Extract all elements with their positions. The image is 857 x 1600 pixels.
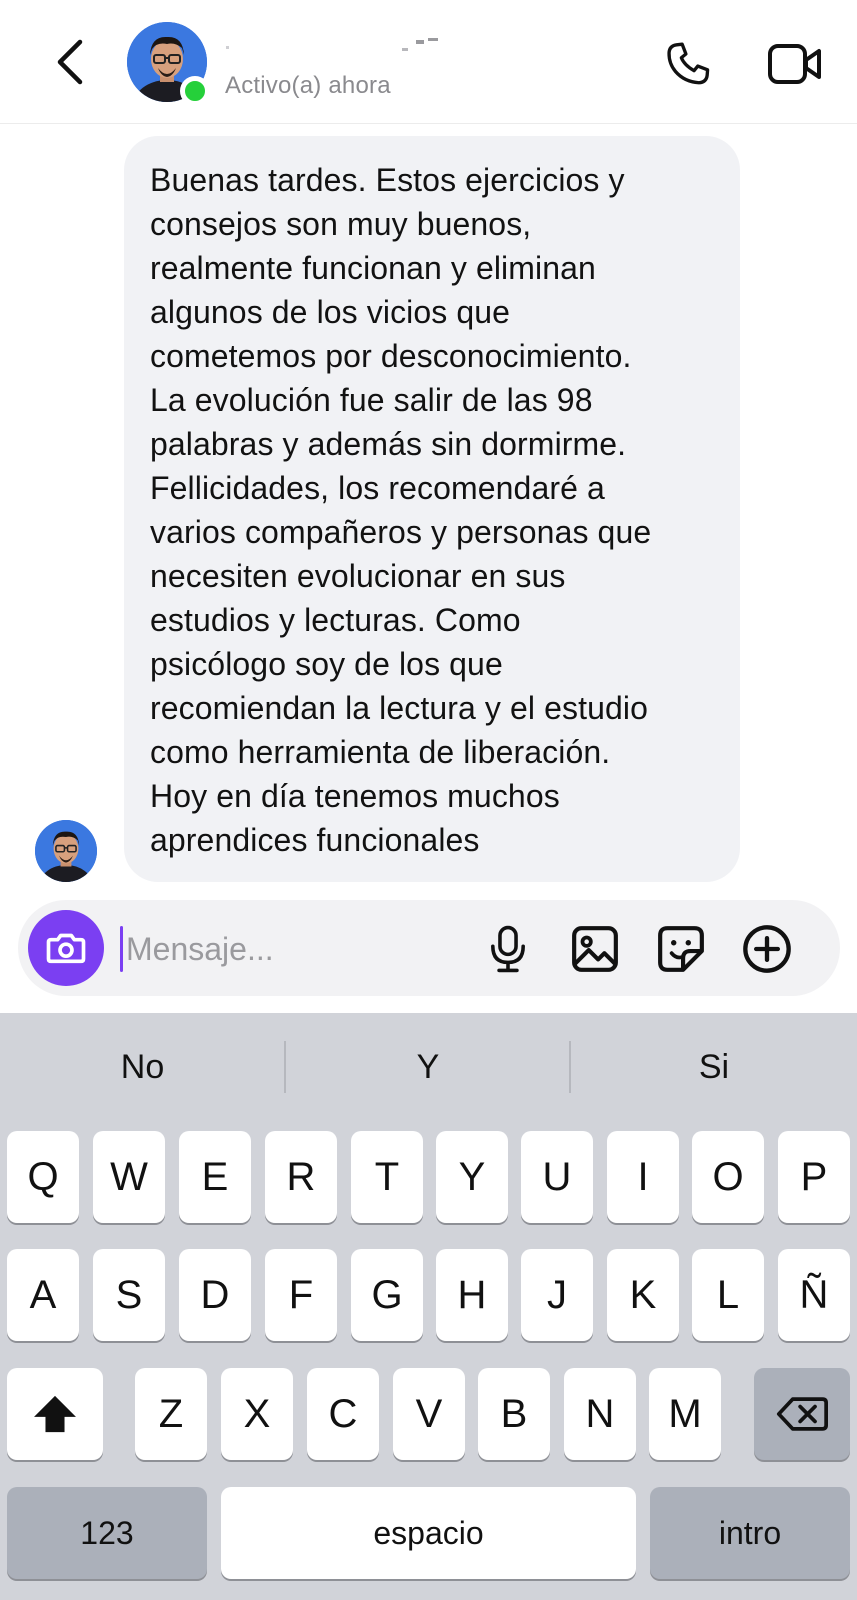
shift-key[interactable] [7,1368,103,1460]
key-h[interactable]: H [436,1249,508,1341]
phone-icon [667,42,710,85]
key-d[interactable]: D [179,1249,251,1341]
sticker-button[interactable] [654,922,708,976]
message-text: Buenas tardes. Estos ejercicios y consej… [150,162,652,858]
key-w[interactable]: W [93,1131,165,1223]
key-u[interactable]: U [521,1131,593,1223]
key-t[interactable]: T [351,1131,423,1223]
suggestion-3[interactable]: Si [571,1037,857,1097]
video-call-button[interactable] [764,36,826,92]
gallery-button[interactable] [568,922,622,976]
message-input[interactable] [126,924,466,974]
return-key[interactable]: intro [650,1487,850,1579]
key-l[interactable]: L [692,1249,764,1341]
on-screen-keyboard: No Y Si Q W E R T Y U I O P A S D F G H … [0,1013,857,1600]
chevron-left-icon [57,39,83,85]
key-i[interactable]: I [607,1131,679,1223]
microphone-icon [491,925,525,973]
key-g[interactable]: G [351,1249,423,1341]
key-j[interactable]: J [521,1249,593,1341]
plus-circle-icon [743,925,791,973]
voice-message-button[interactable] [481,922,535,976]
key-s[interactable]: S [93,1249,165,1341]
key-k[interactable]: K [607,1249,679,1341]
numbers-key[interactable]: 123 [7,1487,207,1579]
key-q[interactable]: Q [7,1131,79,1223]
predictive-bar: No Y Si [0,1013,857,1121]
sticker-icon [658,926,704,972]
key-z[interactable]: Z [135,1368,207,1460]
camera-button[interactable] [28,910,104,986]
space-key[interactable]: espacio [221,1487,636,1579]
key-e[interactable]: E [179,1131,251,1223]
contact-name-redacted [226,38,438,51]
sender-avatar[interactable] [35,820,97,882]
backspace-key[interactable] [754,1368,850,1460]
voice-call-button[interactable] [660,36,716,92]
text-caret [120,926,123,972]
key-x[interactable]: X [221,1368,293,1460]
backspace-icon [776,1397,828,1431]
key-f[interactable]: F [265,1249,337,1341]
video-camera-icon [768,44,821,84]
key-a[interactable]: A [7,1249,79,1341]
presence-status: Activo(a) ahora [225,72,391,99]
key-n[interactable]: N [564,1368,636,1460]
camera-icon [46,933,86,964]
online-indicator [180,76,210,106]
more-options-button[interactable] [740,922,794,976]
back-button[interactable] [44,30,94,94]
image-icon [572,926,618,972]
key-r[interactable]: R [265,1131,337,1223]
key-o[interactable]: O [692,1131,764,1223]
key-v[interactable]: V [393,1368,465,1460]
key-y[interactable]: Y [436,1131,508,1223]
key-b[interactable]: B [478,1368,550,1460]
key-m[interactable]: M [649,1368,721,1460]
key-c[interactable]: C [307,1368,379,1460]
received-message-bubble[interactable]: Buenas tardes. Estos ejercicios y consej… [124,136,740,882]
message-composer [18,900,840,996]
shift-arrow-icon [34,1395,76,1433]
chat-header: Activo(a) ahora [0,0,857,124]
suggestion-1[interactable]: No [0,1037,285,1097]
suggestion-2[interactable]: Y [286,1037,570,1097]
key-p[interactable]: P [778,1131,850,1223]
key-n-tilde[interactable]: Ñ [778,1249,850,1341]
